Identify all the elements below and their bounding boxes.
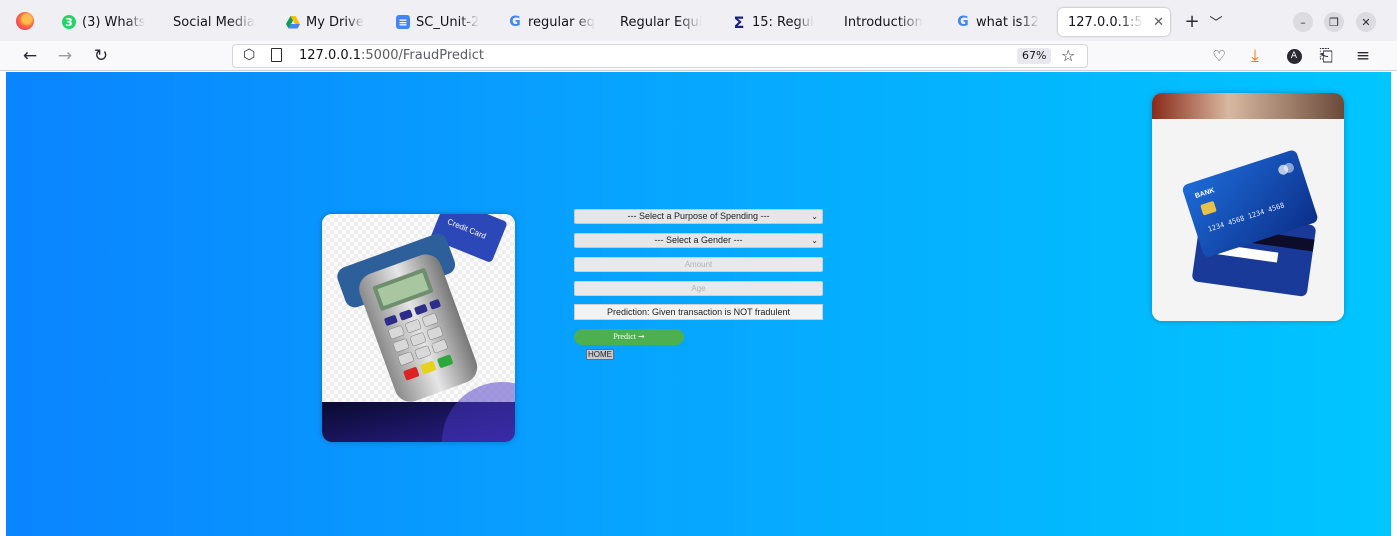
back-arrow-icon[interactable]: ←: [19, 45, 41, 67]
navigation-bar: ← → ↻ ⬡ 127.0.0.1:5000/FraudPredict 67% …: [0, 41, 1397, 71]
url-bar[interactable]: ⬡ 127.0.0.1:5000/FraudPredict 67% ☆: [232, 44, 1088, 68]
google-docs-icon: ≡: [396, 15, 410, 29]
whatsapp-icon: 3: [62, 15, 76, 29]
firefox-logo-icon[interactable]: [16, 12, 34, 30]
gender-select[interactable]: --- Select a Gender --- ⌄: [574, 233, 823, 248]
purpose-select[interactable]: --- Select a Purpose of Spending --- ⌄: [574, 209, 823, 224]
pos-terminal-image: Credit Card: [322, 214, 515, 442]
avatar-icon: A: [1286, 48, 1302, 64]
google-icon: G: [509, 14, 521, 30]
google-icon: G: [957, 14, 969, 30]
chevron-down-icon: ⌄: [811, 236, 818, 245]
tab-regular-equi[interactable]: Regular Equi: [620, 8, 712, 36]
new-tab-button[interactable]: +: [1182, 10, 1202, 32]
tab-social-media[interactable]: Social Media: [173, 8, 263, 36]
tab-whatsapp[interactable]: 3 (3) Whats: [62, 8, 154, 36]
pos-terminal-illustration: Credit Card: [322, 214, 515, 442]
extensions-icon[interactable]: ⎗: [1315, 45, 1337, 67]
bookmark-star-icon[interactable]: ☆: [1061, 46, 1075, 65]
credit-cards-illustration: BANK 1234 4568 1234 4568: [1152, 93, 1344, 321]
tab-strip: 3 (3) Whats Social Media My Drive ≡ SC_U…: [0, 0, 1397, 41]
minimize-icon[interactable]: –: [1293, 12, 1313, 32]
tab-regular-eq[interactable]: G regular eq: [508, 8, 598, 36]
age-input[interactable]: Age: [574, 281, 823, 296]
predict-button[interactable]: Predict ➞: [574, 329, 684, 345]
reload-icon[interactable]: ↻: [90, 45, 112, 67]
close-tab-icon[interactable]: ✕: [1153, 15, 1164, 30]
account-avatar[interactable]: A: [1283, 45, 1305, 67]
amount-input[interactable]: Amount: [574, 257, 823, 272]
url-text[interactable]: 127.0.0.1:5000/FraudPredict: [299, 48, 484, 63]
prediction-result: Prediction: Given transaction is NOT fra…: [574, 304, 823, 320]
close-window-icon[interactable]: ✕: [1356, 12, 1376, 32]
tab-active-localhost[interactable]: 127.0.0.1:5 ✕: [1058, 8, 1170, 36]
home-link[interactable]: HOME: [586, 349, 614, 360]
chevron-down-icon: ⌄: [811, 212, 818, 221]
tab-15-regul[interactable]: Σ 15: Regul: [732, 8, 822, 36]
google-drive-icon: [286, 15, 300, 29]
credit-cards-image: BANK 1234 4568 1234 4568: [1152, 93, 1344, 321]
tab-sc-unit-2[interactable]: ≡ SC_Unit-2: [396, 8, 486, 36]
zoom-level-badge[interactable]: 67%: [1017, 48, 1052, 64]
downloads-icon[interactable]: ⤓: [1244, 45, 1266, 67]
tab-my-drive[interactable]: My Drive: [286, 8, 370, 36]
pocket-icon[interactable]: ♡: [1208, 45, 1230, 67]
restore-icon[interactable]: ❐: [1324, 12, 1344, 32]
menu-hamburger-icon[interactable]: ≡: [1352, 45, 1374, 67]
page-background: Credit Card --- Select a Purpose of Spen…: [6, 72, 1391, 536]
list-all-tabs-icon[interactable]: ﹀: [1206, 10, 1226, 32]
tab-introduction[interactable]: Introduction: [844, 8, 936, 36]
sigma-icon: Σ: [733, 12, 745, 32]
forward-arrow-icon[interactable]: →: [54, 45, 76, 67]
tab-what-is12[interactable]: G what is12: [956, 8, 1046, 36]
page-icon[interactable]: [271, 48, 282, 62]
shield-icon[interactable]: ⬡: [243, 47, 255, 63]
